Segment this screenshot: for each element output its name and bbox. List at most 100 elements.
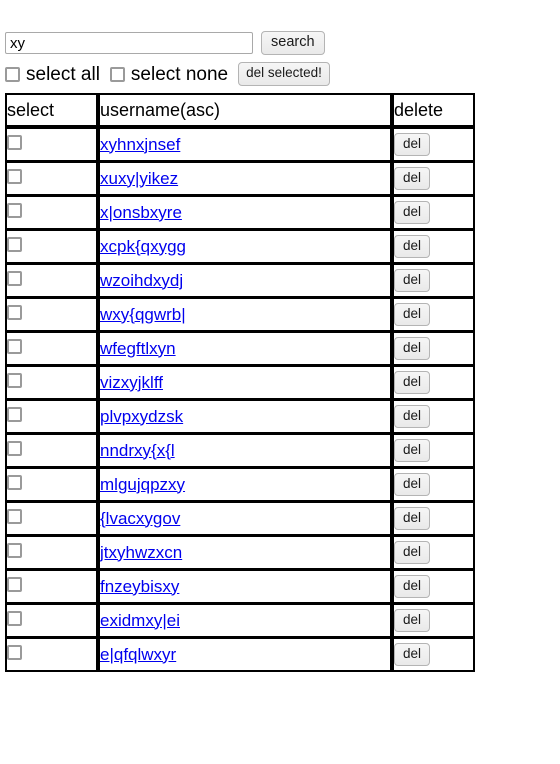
row-select-cell	[5, 298, 98, 332]
users-table-container: select username(asc) delete xyhnxjnsef de…	[5, 93, 560, 672]
row-delete-button[interactable]: del	[394, 268, 431, 293]
row-select-checkbox[interactable]	[7, 576, 22, 592]
row-delete-cell: del	[392, 264, 475, 298]
row-select-cell	[5, 570, 98, 604]
row-select-checkbox[interactable]	[7, 610, 22, 626]
row-delete-cell: del	[392, 638, 475, 672]
row-username-cell: jtxyhwzxcn	[98, 536, 392, 570]
row-select-cell	[5, 468, 98, 502]
row-select-checkbox[interactable]	[7, 406, 22, 422]
username-link[interactable]: {lvacxygov	[100, 509, 180, 528]
row-delete-cell: del	[392, 570, 475, 604]
row-delete-button[interactable]: del	[394, 506, 431, 531]
row-select-checkbox[interactable]	[7, 440, 22, 456]
row-delete-button[interactable]: del	[394, 540, 431, 565]
search-input[interactable]	[5, 32, 253, 54]
row-delete-button[interactable]: del	[394, 132, 431, 157]
row-username-cell: mlgujqpzxy	[98, 468, 392, 502]
row-delete-button[interactable]: del	[394, 642, 431, 667]
row-delete-cell: del	[392, 400, 475, 434]
row-select-checkbox[interactable]	[7, 542, 22, 558]
page-root: search select all select none del select…	[0, 0, 560, 764]
select-none-checkbox[interactable]	[109, 66, 125, 82]
row-username-cell: xcpk{qxygg	[98, 230, 392, 264]
search-bar: search	[5, 30, 560, 56]
username-link[interactable]: xyhnxjnsef	[100, 135, 180, 154]
username-link[interactable]: nndrxy{x{l	[100, 441, 175, 460]
username-link[interactable]: exidmxy|ei	[100, 611, 180, 630]
table-row: e|qfqlwxyr del	[5, 638, 475, 672]
row-select-cell	[5, 196, 98, 230]
table-row: wzoihdxydj del	[5, 264, 475, 298]
row-select-checkbox[interactable]	[7, 202, 22, 218]
row-select-cell	[5, 434, 98, 468]
row-delete-button[interactable]: del	[394, 166, 431, 191]
search-button[interactable]: search	[261, 30, 325, 56]
row-username-cell: wfegftlxyn	[98, 332, 392, 366]
row-select-cell	[5, 264, 98, 298]
username-link[interactable]: xuxy|yikez	[100, 169, 178, 188]
row-delete-button[interactable]: del	[394, 302, 431, 327]
row-username-cell: {lvacxygov	[98, 502, 392, 536]
table-row: xuxy|yikez del	[5, 162, 475, 196]
username-link[interactable]: plvpxydzsk	[100, 407, 183, 426]
users-table-body: xyhnxjnsef del xuxy|yikez del x|onsbxyre del x…	[5, 127, 475, 672]
row-delete-button[interactable]: del	[394, 234, 431, 259]
username-link[interactable]: wxy{qgwrb|	[100, 305, 186, 324]
row-username-cell: nndrxy{x{l	[98, 434, 392, 468]
username-link[interactable]: wfegftlxyn	[100, 339, 176, 358]
row-select-cell	[5, 332, 98, 366]
row-delete-button[interactable]: del	[394, 472, 431, 497]
select-all-label: select all	[26, 63, 100, 85]
row-delete-button[interactable]: del	[394, 200, 431, 225]
row-username-cell: wzoihdxydj	[98, 264, 392, 298]
row-select-checkbox[interactable]	[7, 338, 22, 354]
row-select-checkbox[interactable]	[7, 644, 22, 660]
username-link[interactable]: wzoihdxydj	[100, 271, 183, 290]
username-link[interactable]: mlgujqpzxy	[100, 475, 185, 494]
row-select-checkbox[interactable]	[7, 270, 22, 286]
row-delete-button[interactable]: del	[394, 574, 431, 599]
row-delete-cell: del	[392, 434, 475, 468]
row-select-cell	[5, 638, 98, 672]
row-delete-cell: del	[392, 196, 475, 230]
row-delete-cell: del	[392, 502, 475, 536]
table-row: vizxyjklff del	[5, 366, 475, 400]
bulk-actions-bar: select all select none del selected!	[5, 61, 560, 87]
username-link[interactable]: vizxyjklff	[100, 373, 163, 392]
table-row: fnzeybisxy del	[5, 570, 475, 604]
row-username-cell: exidmxy|ei	[98, 604, 392, 638]
row-delete-button[interactable]: del	[394, 438, 431, 463]
username-link[interactable]: jtxyhwzxcn	[100, 543, 182, 562]
delete-selected-button[interactable]: del selected!	[238, 62, 330, 86]
row-delete-button[interactable]: del	[394, 370, 431, 395]
row-select-checkbox[interactable]	[7, 134, 22, 150]
row-select-checkbox[interactable]	[7, 508, 22, 524]
column-header-username[interactable]: username(asc)	[98, 93, 392, 127]
username-link[interactable]: xcpk{qxygg	[100, 237, 186, 256]
table-header-row: select username(asc) delete	[5, 93, 475, 127]
row-delete-button[interactable]: del	[394, 608, 431, 633]
row-username-cell: xyhnxjnsef	[98, 127, 392, 162]
username-link[interactable]: e|qfqlwxyr	[100, 645, 176, 664]
row-select-cell	[5, 366, 98, 400]
row-select-checkbox[interactable]	[7, 372, 22, 388]
table-row: xyhnxjnsef del	[5, 127, 475, 162]
row-select-checkbox[interactable]	[7, 168, 22, 184]
row-delete-button[interactable]: del	[394, 336, 431, 361]
row-select-cell	[5, 162, 98, 196]
row-select-checkbox[interactable]	[7, 236, 22, 252]
row-select-cell	[5, 230, 98, 264]
select-all-checkbox[interactable]	[5, 66, 20, 82]
username-link[interactable]: fnzeybisxy	[100, 577, 179, 596]
row-select-cell	[5, 127, 98, 162]
username-link[interactable]: x|onsbxyre	[100, 203, 182, 222]
users-table-head: select username(asc) delete	[5, 93, 475, 127]
row-select-checkbox[interactable]	[7, 304, 22, 320]
row-username-cell: vizxyjklff	[98, 366, 392, 400]
row-delete-button[interactable]: del	[394, 404, 431, 429]
row-delete-cell: del	[392, 230, 475, 264]
row-delete-cell: del	[392, 604, 475, 638]
column-header-delete: delete	[392, 93, 475, 127]
row-select-checkbox[interactable]	[7, 474, 22, 490]
